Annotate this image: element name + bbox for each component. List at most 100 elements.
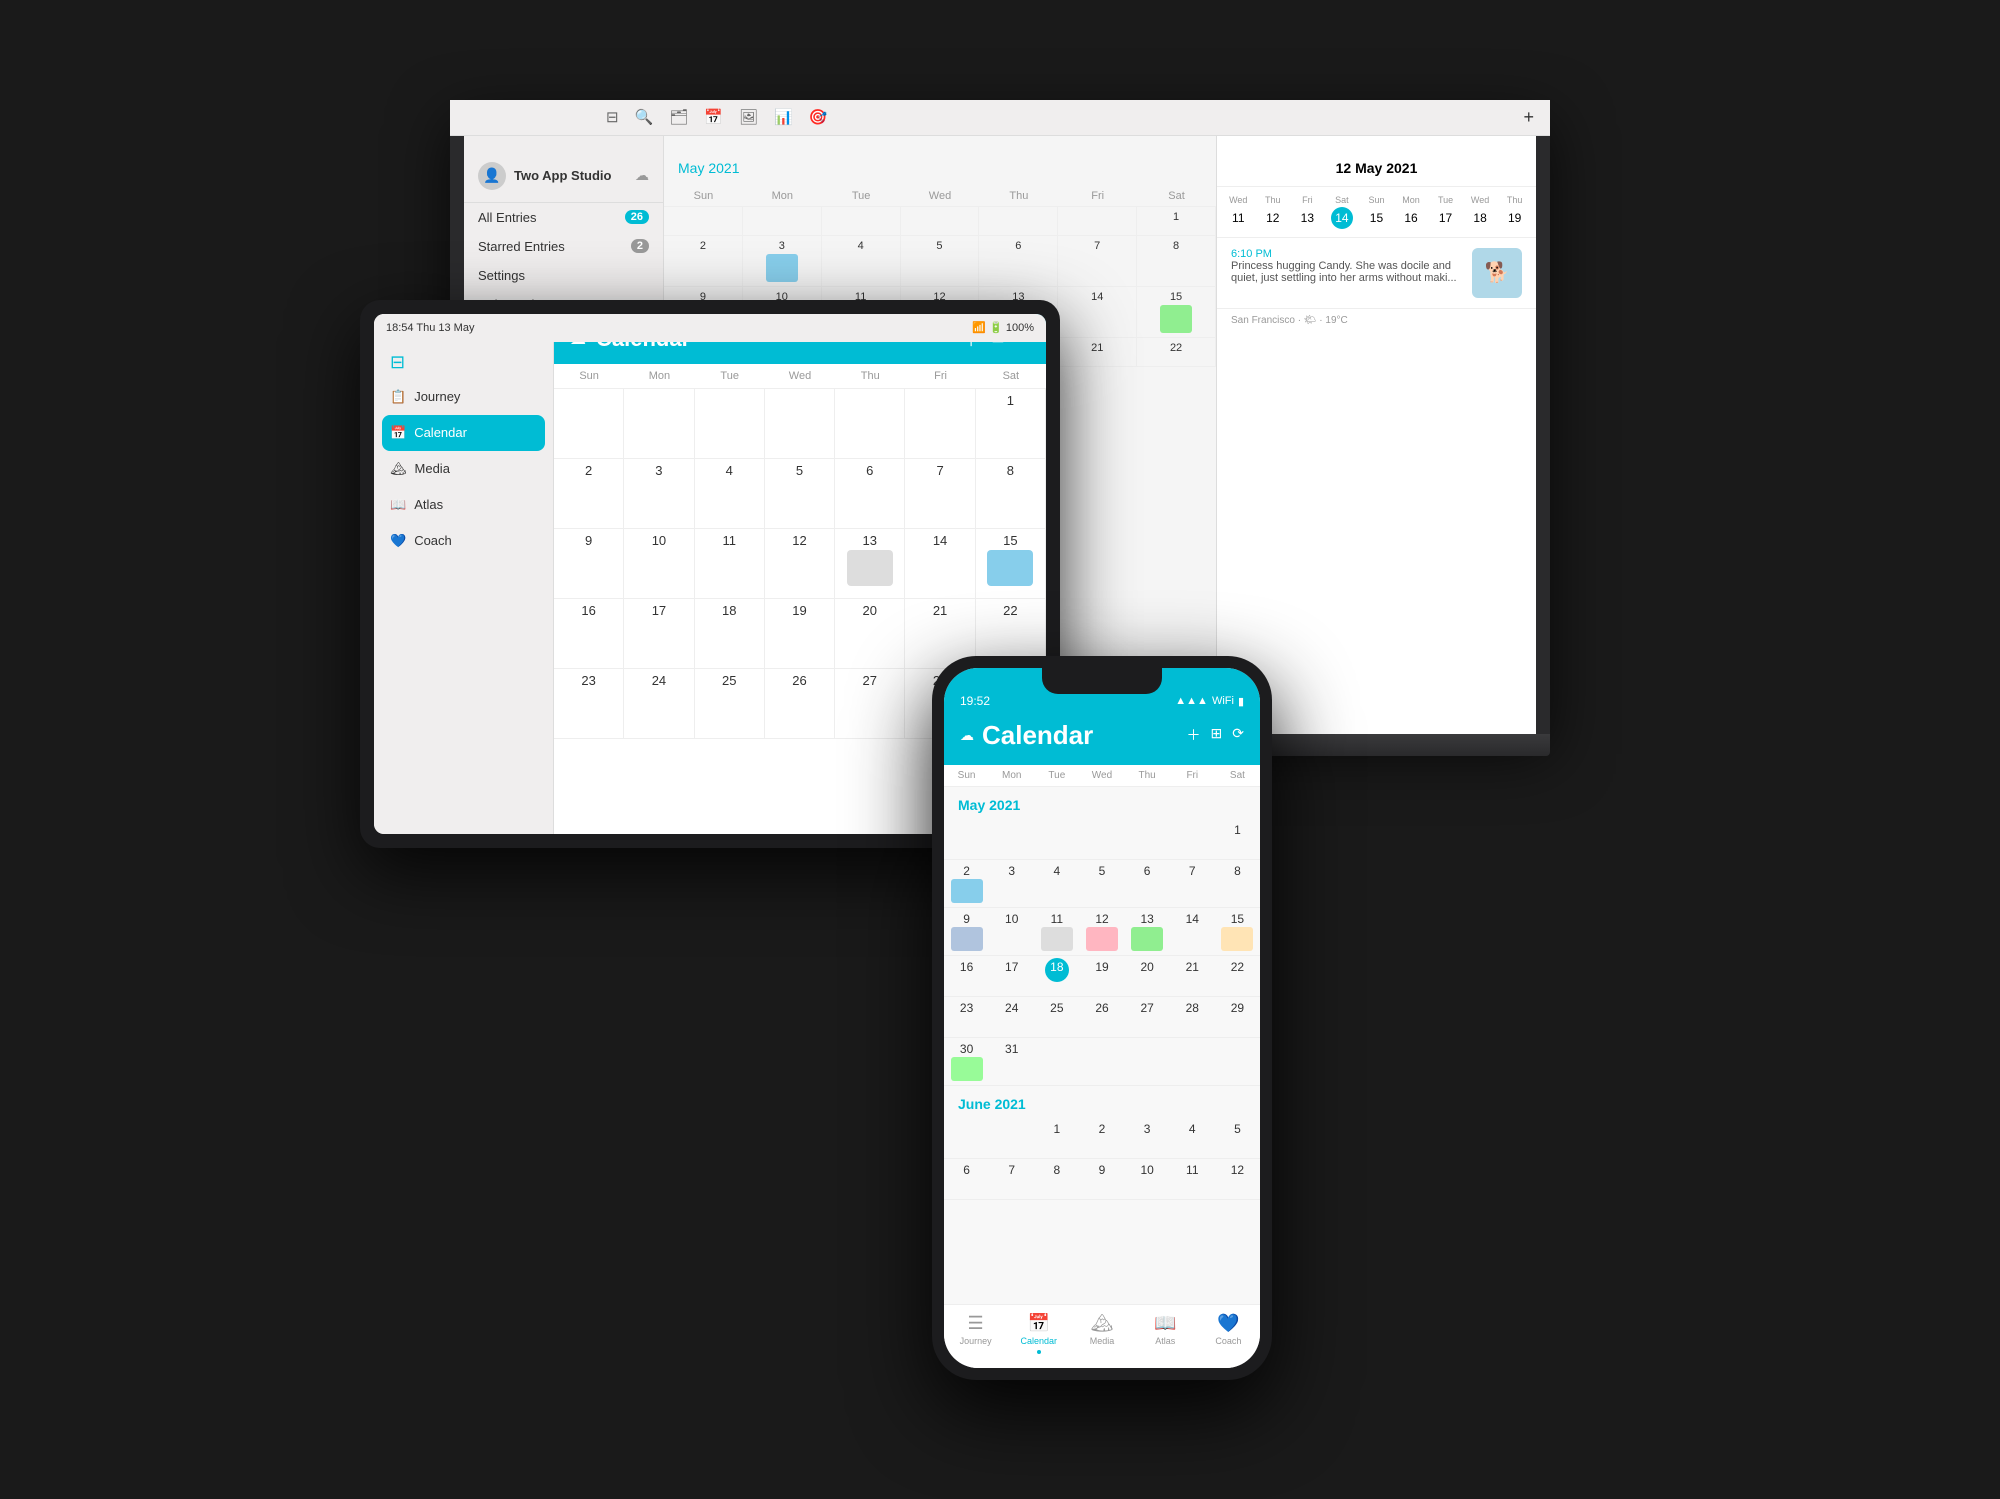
- table-row: 1: [554, 389, 1046, 459]
- tablet-nav-coach[interactable]: 💙 Coach: [374, 523, 553, 559]
- phone-month-may: May 2021: [944, 787, 1260, 819]
- all-entries-label: All Entries: [478, 210, 537, 225]
- sidebar-item-all-entries[interactable]: All Entries 26: [464, 203, 663, 232]
- settings-label: Settings: [478, 268, 525, 283]
- phone-nav-journey[interactable]: ☰ Journey: [944, 1313, 1007, 1354]
- phone-calendar-title: Calendar: [982, 720, 1187, 751]
- coach-icon: 💙: [390, 533, 406, 549]
- tablet-nav-calendar[interactable]: 📅 Calendar: [382, 415, 545, 451]
- phone-add-icon[interactable]: ＋: [1187, 725, 1201, 745]
- signal-icon: ▲▲▲: [1175, 695, 1208, 707]
- phone-grid-icon[interactable]: ⊞: [1211, 725, 1223, 745]
- week-day: Thu 12: [1262, 195, 1284, 229]
- folder-icon[interactable]: 🗂: [669, 114, 688, 127]
- calendar-header-row: Sun Mon Tue Wed Thu Fri Sat: [664, 186, 1216, 207]
- add-button[interactable]: +: [1523, 114, 1534, 128]
- journey-nav-label: Journey: [960, 1336, 992, 1346]
- journey-nav-icon: ☰: [968, 1313, 984, 1334]
- phone: 19:52 ▲▲▲ WiFi ▮ ☁ Calendar ＋ ⊞ ⟳: [932, 656, 1272, 1380]
- table-row: 9 10 11 12 13 14 15: [944, 908, 1260, 956]
- table-row: 6 7 8 9 10 11 12: [944, 1159, 1260, 1200]
- atlas-label: Atlas: [414, 497, 443, 512]
- photo-icon[interactable]: 🖼: [739, 114, 758, 127]
- user-name: Two App Studio: [514, 168, 627, 183]
- week-day: Mon 16: [1400, 195, 1422, 229]
- phone-toolbar: ＋ ⊞ ⟳: [1187, 725, 1244, 745]
- coach-nav-label: Coach: [1215, 1336, 1241, 1346]
- phone-calendar-content[interactable]: May 2021 1 2 3 4 5: [944, 787, 1260, 1304]
- phone-days-header: Sun Mon Tue Wed Thu Fri Sat: [944, 765, 1260, 787]
- tablet-battery: 📶 🔋 100%: [972, 321, 1034, 334]
- tablet-cal-header-row: Sun Mon Tue Wed Thu Fri Sat: [554, 364, 1046, 389]
- atlas-nav-icon: 📖: [1154, 1313, 1176, 1334]
- sidebar-toggle-icon[interactable]: ⊟: [606, 114, 619, 127]
- tablet-nav-atlas[interactable]: 📖 Atlas: [374, 487, 553, 523]
- table-row: 30 31: [944, 1038, 1260, 1086]
- scene: ⊟ 🔍 🗂 📅 🖼 📊 🎯 + 👤: [300, 100, 1700, 1400]
- phone-refresh-icon[interactable]: ⟳: [1232, 725, 1244, 745]
- all-entries-badge: 26: [625, 210, 649, 224]
- calendar-icon: 📅: [390, 425, 406, 441]
- mac-titlebar: ⊟ 🔍 🗂 📅 🖼 📊 🎯 +: [464, 114, 1536, 136]
- table-row: 2 3 4 5 6 7 8: [944, 860, 1260, 908]
- calendar-row-2: 2 3 4 5 6 7 8: [664, 236, 1216, 287]
- table-row: 16 17 18 19 20 21 22: [944, 956, 1260, 997]
- phone-time: 19:52: [960, 694, 990, 708]
- wifi-icon: WiFi: [1212, 695, 1234, 707]
- atlas-nav-label: Atlas: [1155, 1336, 1175, 1346]
- week-day: Sun 15: [1365, 195, 1387, 229]
- phone-notch: [1042, 668, 1162, 694]
- media-label: Media: [415, 461, 450, 476]
- target-icon[interactable]: 🎯: [809, 114, 828, 127]
- week-strip: Wed 11 Thu 12 Fri 13: [1217, 187, 1536, 238]
- tablet-nav-media[interactable]: 🏔 Media: [374, 451, 553, 487]
- tablet-time: 18:54 Thu 13 May: [386, 322, 474, 334]
- toolbar-icons: ⊟ 🔍 🗂 📅 🖼 📊 🎯: [606, 114, 827, 127]
- phone-nav-atlas[interactable]: 📖 Atlas: [1134, 1313, 1197, 1354]
- table-row: 1: [944, 819, 1260, 860]
- phone-screen: 19:52 ▲▲▲ WiFi ▮ ☁ Calendar ＋ ⊞ ⟳: [944, 668, 1260, 1368]
- calendar-nav-label: Calendar: [1021, 1336, 1058, 1346]
- journal-entry[interactable]: 6:10 PM Princess hugging Candy. She was …: [1217, 238, 1536, 309]
- phone-cloud-icon: ☁: [960, 727, 974, 744]
- phone-calendar-header: ☁ Calendar ＋ ⊞ ⟳: [944, 712, 1260, 765]
- calendar-row-1: 1: [664, 207, 1216, 236]
- calendar-icon[interactable]: 📅: [704, 114, 723, 127]
- tablet-sidebar: ⊟ 📋 Journey 📅 Calendar 🏔 Media: [374, 314, 554, 834]
- calendar-nav-icon: 📅: [1028, 1313, 1050, 1334]
- mac-month-label: May 2021: [664, 150, 1216, 186]
- avatar: 👤: [478, 162, 506, 190]
- phone-status-right: ▲▲▲ WiFi ▮: [1175, 695, 1244, 708]
- phone-nav-coach[interactable]: 💙 Coach: [1197, 1313, 1260, 1354]
- phone-bottom-nav: ☰ Journey 📅 Calendar 🏔 Media 📖 Atl: [944, 1304, 1260, 1368]
- search-icon[interactable]: 🔍: [635, 114, 654, 127]
- media-icon: 🏔: [390, 461, 407, 477]
- tablet-sidebar-icon: ⊟: [390, 352, 405, 373]
- journey-label: Journey: [414, 389, 460, 404]
- right-panel-date: 12 May 2021: [1217, 150, 1536, 187]
- sidebar-item-starred[interactable]: Starred Entries 2: [464, 232, 663, 261]
- phone-month-june: June 2021: [944, 1086, 1260, 1118]
- entry-time: 6:10 PM: [1231, 248, 1462, 260]
- chart-icon[interactable]: 📊: [774, 114, 793, 127]
- entry-content: 6:10 PM Princess hugging Candy. She was …: [1231, 248, 1462, 298]
- week-day: Thu 19: [1504, 195, 1526, 229]
- media-nav-label: Media: [1090, 1336, 1115, 1346]
- week-day: Wed 11: [1227, 195, 1249, 229]
- active-indicator: [1037, 1350, 1041, 1354]
- mac-right-panel: 12 May 2021 Wed 11 Thu 12 Fri: [1216, 114, 1536, 734]
- atlas-icon: 📖: [390, 497, 406, 513]
- phone-nav-media[interactable]: 🏔 Media: [1070, 1313, 1133, 1354]
- calendar-label: Calendar: [414, 425, 467, 440]
- table-row: 23 24 25 26 27 28 29: [944, 997, 1260, 1038]
- phone-nav-calendar[interactable]: 📅 Calendar: [1007, 1313, 1070, 1354]
- table-row: 9 10 11 12 13 14 15: [554, 529, 1046, 599]
- coach-nav-icon: 💙: [1217, 1313, 1239, 1334]
- starred-badge: 2: [631, 239, 649, 253]
- sidebar-item-settings[interactable]: Settings: [464, 261, 663, 290]
- coach-label: Coach: [414, 533, 452, 548]
- tablet-status-bar: 18:54 Thu 13 May 📶 🔋 100%: [374, 314, 1046, 342]
- cloud-icon: ☁: [635, 167, 649, 184]
- tablet-nav-journey[interactable]: 📋 Journey: [374, 379, 553, 415]
- week-day: Tue 17: [1435, 195, 1457, 229]
